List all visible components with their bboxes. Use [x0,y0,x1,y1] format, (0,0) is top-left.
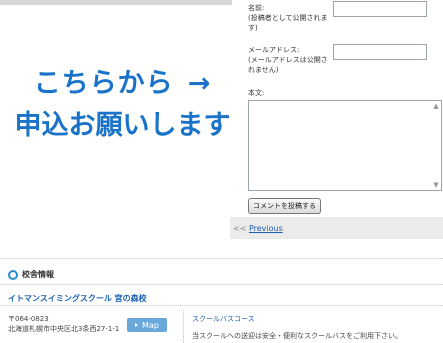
school-info-heading: 校舎情報 [8,269,54,280]
email-note-1: (メールアドレスは公開さ [248,56,328,64]
double-left-arrow-icon: << [233,224,247,233]
school-address: 〒064-0823 北海道札幌市中央区北3条西27-1-1 [8,314,119,334]
scroll-down-icon[interactable]: ▼ [431,180,441,190]
section-divider [0,258,443,259]
apply-call-to-action: こちらから → 申込お願いします [0,66,245,146]
play-arrow-icon [135,323,139,327]
name-note-2: す) [248,24,258,32]
street-address: 北海道札幌市中央区北3条西27-1-1 [8,325,120,333]
submit-comment-button[interactable]: コメントを投稿する [248,198,321,214]
bus-course-text: 当スクールへの送迎は安全・便利なスクールバスをご利用下さい。 [192,332,402,340]
previous-link[interactable]: Previous [249,224,283,233]
email-note-2: れません) [248,66,279,74]
school-info-title: 校舎情報 [22,270,54,279]
name-label: 名前: [248,4,265,12]
scroll-up-icon[interactable]: ▲ [431,101,441,111]
email-label-block: メールアドレス: (メールアドレスは公開さ れません) [248,45,328,75]
previous-link-group: << Previous [233,224,283,233]
postal-code: 〒064-0823 [8,315,49,323]
cta-line-1: こちらから → [0,66,245,102]
cta-text-line-2: 申込お願いします [14,110,231,141]
circle-bullet-icon [8,269,18,280]
name-label-block: 名前: (投稿者として公開されま す) [248,3,328,33]
bus-course-link[interactable]: スクールバスコース [192,314,255,324]
name-note-1: (投稿者として公開されま [248,14,328,22]
body-textarea[interactable]: ▲ ▼ [248,100,442,191]
school-divider [0,305,443,306]
body-label: 本文: [248,89,265,97]
top-gray-bar [0,0,232,5]
school-name: イトマンスイミングスクール 宮の森校 [8,294,147,303]
name-input[interactable] [333,1,427,17]
right-arrow-icon: → [187,68,212,99]
map-button[interactable]: Map [127,318,167,332]
heading-divider [0,284,443,285]
cta-text-line-1: こちらから [33,68,174,99]
map-button-label: Map [142,320,159,330]
email-label: メールアドレス: [248,46,300,54]
column-divider [183,310,184,343]
email-input[interactable] [333,44,427,60]
